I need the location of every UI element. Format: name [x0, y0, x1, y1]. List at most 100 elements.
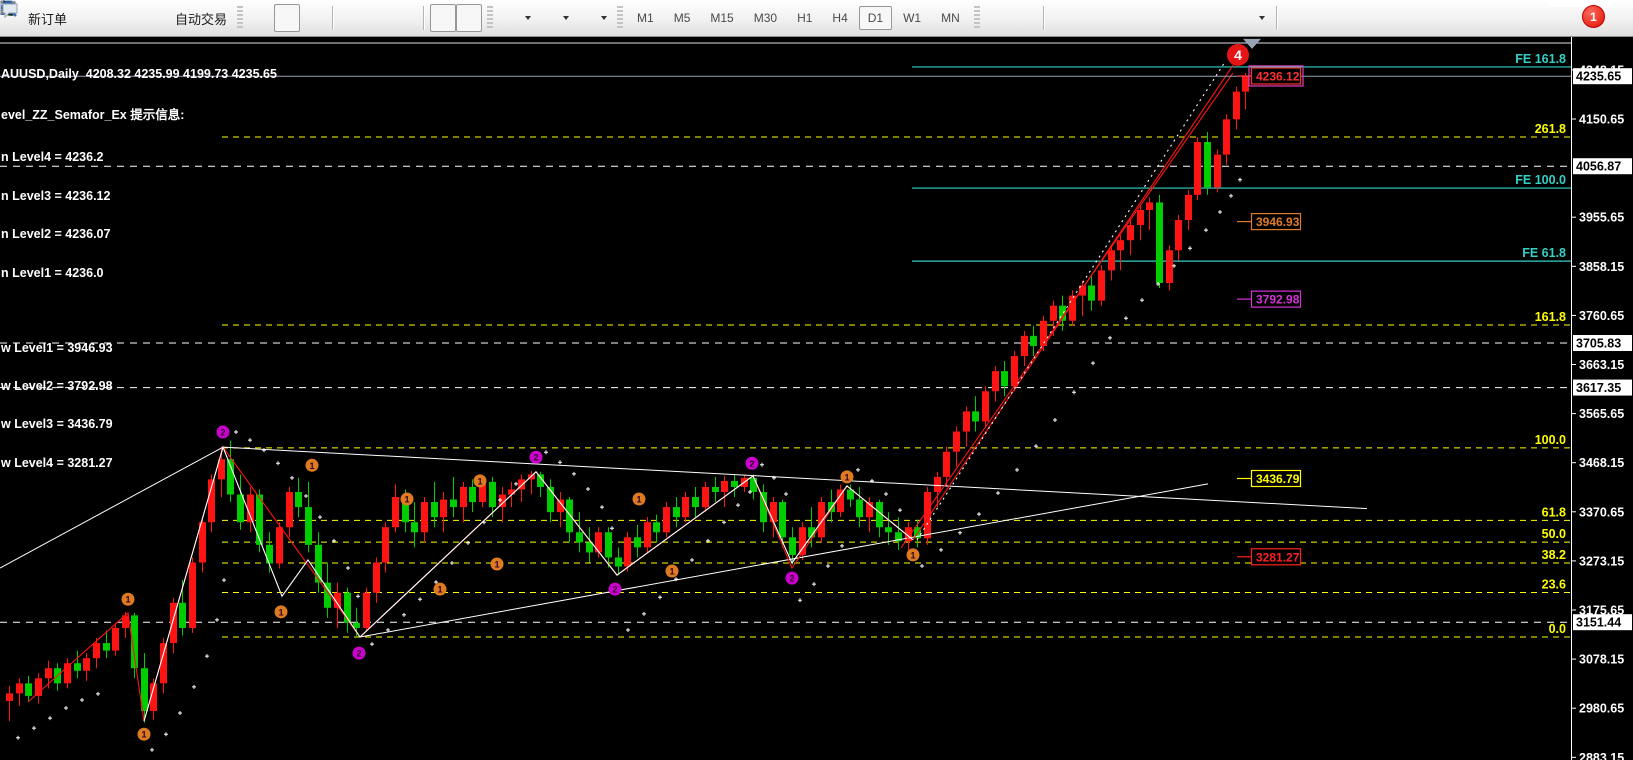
bar-chart-button[interactable] — [248, 4, 274, 32]
tile-windows-button[interactable] — [391, 4, 417, 32]
zoom-in-icon — [344, 10, 360, 26]
tab-timeframe-w1[interactable]: W1 — [894, 6, 930, 30]
market-button[interactable] — [124, 4, 150, 32]
axis-price-box-label: 3705.83 — [1576, 337, 1621, 351]
toolbar-separator — [1276, 6, 1277, 30]
toolbar-separator — [332, 6, 333, 30]
candle — [673, 507, 680, 517]
down-level-line: w Level3 = 3436.79 — [1, 418, 277, 431]
toolbar-grip[interactable] — [617, 6, 623, 30]
chevron-down-icon — [563, 16, 569, 20]
templates-icon — [579, 10, 595, 26]
tab-timeframe-h4[interactable]: H4 — [823, 6, 856, 30]
notification-badge[interactable]: 1 — [1582, 5, 1605, 28]
toolbar-grip[interactable] — [974, 6, 980, 30]
fibonacci-icon: F — [1159, 10, 1175, 26]
trendline-icon — [1107, 10, 1123, 26]
trendline-button[interactable] — [1102, 4, 1128, 32]
text-label-button[interactable]: T — [1206, 4, 1232, 32]
horizontal-line-button[interactable] — [1076, 4, 1102, 32]
candle — [25, 683, 32, 696]
arrows-icon — [1237, 10, 1253, 26]
semafor-1-digit: 1 — [636, 495, 641, 505]
cursor-button[interactable] — [985, 4, 1011, 32]
candle — [83, 658, 90, 671]
periods-icon — [541, 10, 557, 26]
down-level-line: w Level1 = 3946.93 — [1, 342, 277, 355]
candle — [440, 500, 447, 518]
toolbar-grip[interactable] — [237, 6, 243, 30]
vertical-line-button[interactable] — [1050, 4, 1076, 32]
axis-tick-label: 3078.15 — [1579, 653, 1624, 667]
candle — [566, 500, 573, 533]
templates-button[interactable] — [574, 4, 612, 32]
timeframe-buttons: M1M5M15M30H1H4D1W1MN — [628, 6, 969, 30]
zoom-out-button[interactable] — [365, 4, 391, 32]
candle — [856, 500, 863, 518]
toolbar-grip[interactable] — [487, 6, 493, 30]
candle — [663, 507, 670, 532]
channel-button[interactable]: E — [1128, 4, 1154, 32]
chevron-down-icon — [1259, 16, 1265, 20]
candlestick-chart-button[interactable] — [274, 4, 300, 32]
fib-label-0.0: 0.0 — [1549, 622, 1566, 636]
candle — [934, 477, 941, 492]
auto-trading-button[interactable]: 自动交易 — [150, 4, 232, 32]
tab-timeframe-mn[interactable]: MN — [932, 6, 969, 30]
tab-timeframe-d1[interactable]: D1 — [859, 6, 892, 30]
indicators-button[interactable] — [498, 4, 536, 32]
candle — [392, 497, 399, 527]
text-button[interactable]: A — [1180, 4, 1206, 32]
candle — [1204, 142, 1211, 187]
candle — [363, 593, 370, 628]
chart-shift-button[interactable] — [430, 4, 456, 32]
candle — [276, 527, 283, 563]
candle — [1194, 142, 1201, 195]
candle — [615, 557, 622, 566]
axis-tick-label: 3468.15 — [1579, 456, 1624, 470]
tab-timeframe-m5[interactable]: M5 — [665, 6, 700, 30]
fib-label-261.8: 261.8 — [1535, 122, 1566, 136]
auto-trading-label: 自动交易 — [175, 9, 227, 28]
candle — [992, 371, 999, 391]
semafor-1-digit: 1 — [141, 730, 146, 740]
candle — [1175, 220, 1182, 250]
periods-button[interactable] — [536, 4, 574, 32]
chat-bubble-icon — [1604, 10, 1620, 26]
auto-scroll-button[interactable] — [456, 4, 482, 32]
search-icon — [1518, 10, 1534, 26]
price-axis-background[interactable] — [1572, 37, 1633, 760]
price-tag-text: 3281.27 — [1256, 550, 1300, 564]
tab-timeframe-m15[interactable]: M15 — [701, 6, 742, 30]
fibonacci-button[interactable]: F — [1154, 4, 1180, 32]
tab-timeframe-h1[interactable]: H1 — [788, 6, 821, 30]
search-button[interactable] — [1513, 4, 1539, 32]
candle — [1108, 250, 1115, 270]
tab-timeframe-m30[interactable]: M30 — [745, 6, 786, 30]
semafor-2-digit: 2 — [749, 459, 754, 469]
candle — [943, 452, 950, 477]
tab-timeframe-m1[interactable]: M1 — [628, 6, 663, 30]
price-tag-text: 3946.93 — [1256, 215, 1300, 229]
semafor-1-digit: 1 — [404, 495, 409, 505]
zoom-in-button[interactable] — [339, 4, 365, 32]
market-icon — [129, 10, 145, 26]
text-label-icon: T — [1211, 10, 1227, 26]
crosshair-button[interactable] — [1011, 4, 1037, 32]
semafor-1-digit: 1 — [844, 472, 849, 482]
price-tag-text: 4236.12 — [1256, 69, 1300, 83]
line-chart-button[interactable] — [300, 4, 326, 32]
window-controls-remnant — [1547, 0, 1613, 7]
crosshair-icon — [1016, 10, 1032, 26]
chart-shift-icon — [435, 10, 451, 26]
candle — [1050, 306, 1057, 321]
candle — [103, 643, 110, 651]
candle — [286, 492, 293, 527]
deposit-button[interactable] — [72, 4, 98, 32]
arrows-button[interactable] — [1232, 4, 1270, 32]
candle — [1098, 270, 1105, 300]
candle — [1088, 286, 1095, 301]
axis-tick-label: 4150.65 — [1579, 113, 1624, 127]
community-button[interactable] — [98, 4, 124, 32]
candle — [382, 527, 389, 562]
